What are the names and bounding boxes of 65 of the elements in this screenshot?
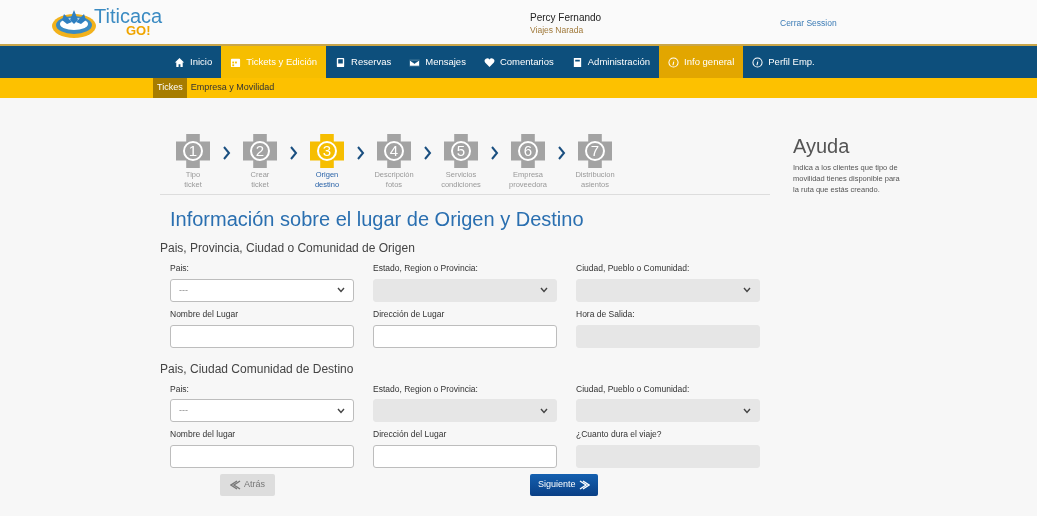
caret-icon — [743, 407, 751, 414]
help-title: Ayuda — [793, 134, 851, 158]
envelope-icon — [409, 56, 421, 68]
subnav-tab[interactable]: Tickes — [153, 78, 187, 98]
field-label: Dirección del Lugar — [373, 428, 448, 441]
chevron-icon — [557, 146, 566, 160]
step-badge: 4 — [377, 134, 411, 168]
info-icon — [752, 56, 764, 68]
back-arrow-icon — [230, 480, 241, 490]
step-badge: 7 — [578, 134, 612, 168]
tablet-icon — [335, 56, 347, 68]
next-button[interactable]: Siguiente — [530, 474, 598, 496]
field-label: Ciudad, Pueblo o Comunidad: — [576, 382, 691, 396]
user-name: Percy Fernando — [530, 12, 603, 24]
caret-icon — [743, 287, 751, 294]
caret-icon — [337, 287, 345, 294]
chevron-icon — [289, 146, 298, 160]
field-label: Estado, Region o Provincia: — [373, 382, 479, 396]
caret-icon — [540, 407, 548, 414]
chevron-icon — [423, 146, 432, 160]
field-label: Ciudad, Pueblo o Comunidad: — [576, 262, 691, 275]
field-label: Hora de Salida: — [576, 307, 636, 321]
chevron-icon — [222, 146, 231, 160]
step-badge: 1 — [176, 134, 210, 168]
dropdown[interactable]: --- — [170, 278, 354, 302]
step-badge: 5 — [444, 134, 478, 168]
heart-icon — [483, 56, 495, 68]
input-field[interactable] — [373, 324, 557, 348]
nav-tab[interactable]: Mensajes — [400, 46, 475, 78]
step-badge: 6 — [511, 134, 545, 168]
chevron-icon — [490, 146, 499, 160]
logo-tagline: GO! — [126, 25, 152, 37]
input-field[interactable] — [170, 324, 354, 348]
section-heading: Pais, Ciudad Comunidad de Destino — [160, 360, 355, 378]
field-label: Dirección de Lugar — [373, 307, 446, 321]
logo-text: Titicaca — [94, 7, 163, 25]
field-label: Pais: — [170, 262, 190, 275]
document-icon — [571, 56, 583, 68]
page-title: Información sobre el lugar de Origen y Destino — [170, 207, 585, 231]
logout-link[interactable]: Cerrar Session — [780, 0, 837, 30]
field-label: ¿Cuanto dura el viaje? — [576, 428, 663, 441]
info-icon — [668, 56, 680, 68]
input-field[interactable] — [373, 445, 557, 468]
dropdown[interactable]: --- — [170, 399, 354, 423]
field-label: Estado, Region o Provincia: — [373, 262, 479, 275]
forward-arrow-icon — [578, 480, 590, 490]
nav-tab[interactable]: Inicio — [165, 46, 222, 78]
calendar-icon — [230, 56, 242, 68]
home-icon — [174, 56, 185, 68]
caret-icon — [337, 407, 345, 414]
nav-tab[interactable]: Administración — [562, 46, 660, 78]
section-heading: Pais, Provincia, Ciudad o Comunidad de Origen — [160, 240, 416, 257]
caret-icon — [540, 287, 548, 294]
company-name: Viajes Narada — [530, 24, 585, 36]
nav-tab[interactable]: Perfil Emp. — [743, 46, 824, 78]
field-label: Nombre del Lugar — [170, 307, 240, 321]
nav-tab[interactable]: Comentarios — [474, 46, 563, 78]
step-badge: 3 — [310, 134, 344, 168]
input-field[interactable] — [170, 445, 354, 468]
chevron-icon — [356, 146, 365, 160]
step-badge: 2 — [243, 134, 277, 168]
field-label: Pais: — [170, 382, 190, 396]
nav-tab[interactable]: Reservas — [326, 46, 401, 78]
field-label: Nombre del lugar — [170, 428, 237, 441]
subnav-tab[interactable]: Empresa y Movilidad — [186, 78, 279, 98]
